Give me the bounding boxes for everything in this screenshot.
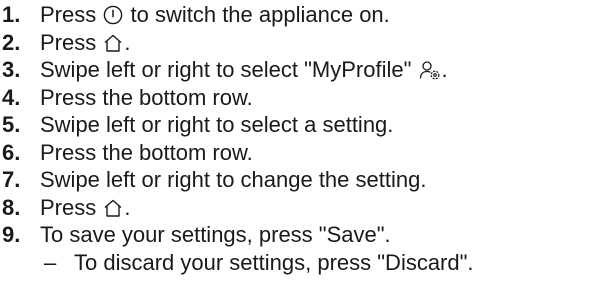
step-number: 5. — [2, 112, 21, 137]
step-5: 5. Swipe left or right to select a setti… — [2, 111, 600, 139]
step-text: Swipe left or right to select a setting. — [40, 112, 394, 137]
step-2: 2. Press . — [2, 29, 600, 57]
step-number: 2. — [2, 29, 21, 55]
step-text: Press . — [40, 194, 131, 220]
step-3: 3. Swipe left or right to select "MyProf… — [2, 56, 600, 84]
step-number: 9. — [2, 222, 21, 247]
step-text: Press . — [40, 29, 131, 55]
step-number: 3. — [2, 57, 21, 82]
step-6: 6. Press the bottom row. — [2, 139, 600, 167]
step-number: 4. — [2, 84, 21, 110]
step-9: 9. To save your settings, press "Save". — [2, 221, 600, 249]
step-number: 8. — [2, 194, 21, 220]
step-number: 6. — [2, 139, 21, 165]
power-icon — [103, 5, 123, 25]
substep-text: To discard your settings, press "Discard… — [74, 249, 474, 275]
step-number: 7. — [2, 167, 21, 192]
step-4: 4. Press the bottom row. — [2, 84, 600, 112]
step-8: 8. Press . — [2, 194, 600, 222]
instruction-list: 1. Press to switch the appliance on. 2. … — [2, 1, 600, 276]
step-text: Swipe left or right to select "MyProfile… — [40, 57, 448, 82]
profile-settings-icon — [419, 60, 441, 80]
home-icon — [103, 198, 123, 218]
step-text: Press the bottom row. — [40, 139, 253, 165]
step-text: Press to switch the appliance on. — [40, 2, 390, 27]
step-7: 7. Swipe left or right to change the set… — [2, 166, 600, 194]
home-icon — [103, 33, 123, 53]
step-text: Swipe left or right to change the settin… — [40, 167, 427, 192]
step-number: 1. — [2, 2, 21, 27]
substep-dash: – — [44, 249, 57, 275]
step-text: Press the bottom row. — [40, 84, 253, 110]
step-1: 1. Press to switch the appliance on. — [2, 1, 600, 29]
step-text: To save your settings, press "Save". — [40, 222, 391, 247]
substep-discard: – To discard your settings, press "Disca… — [2, 249, 600, 277]
